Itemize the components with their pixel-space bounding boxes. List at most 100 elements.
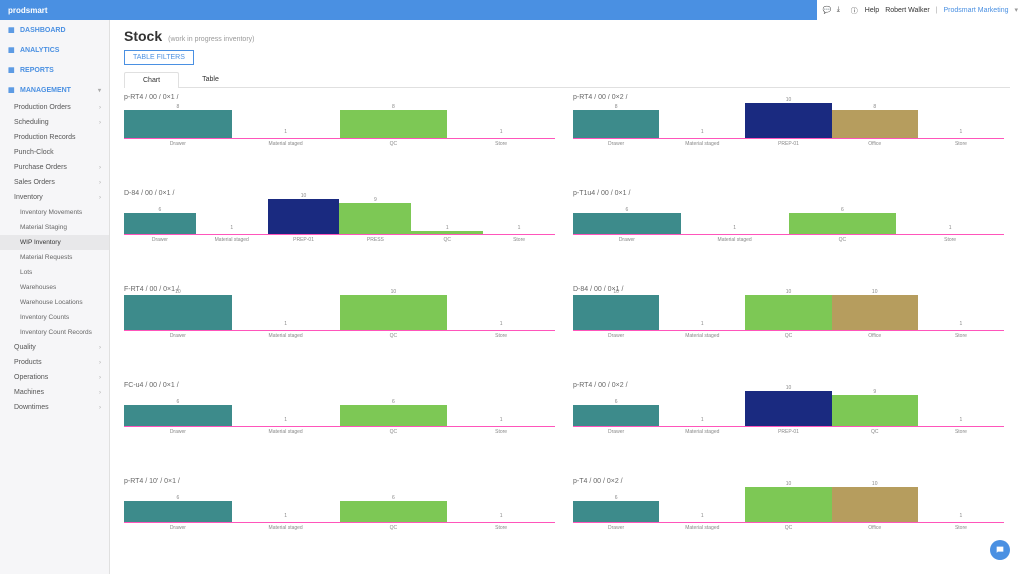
chart-bar: 1 (447, 295, 555, 330)
sidebar-item-inventory[interactable]: Inventory› (0, 190, 109, 205)
chart-title: p-RT4 / 10' / 0×1 / (124, 478, 555, 485)
x-axis-label: Drawer (573, 523, 659, 531)
bar-value: 6 (841, 207, 844, 213)
sidebar-item-material-requests[interactable]: Material Requests (0, 250, 109, 265)
chart-plot: 611091 (573, 391, 1004, 427)
chart-bar: 6 (124, 391, 232, 426)
chart-bar: 6 (573, 199, 681, 234)
chart-bar: 10 (745, 391, 831, 426)
sidebar-item-punch-clock[interactable]: Punch-Clock (0, 145, 109, 160)
x-axis-label: Material staged (232, 523, 340, 531)
sidebar-item-inventory-movements[interactable]: Inventory Movements (0, 205, 109, 220)
table-filters-button[interactable]: TABLE FILTERS (124, 50, 194, 65)
tab-chart[interactable]: Chart (124, 72, 179, 88)
info-icon[interactable]: ⓘ (851, 6, 859, 14)
x-axis-label: Drawer (124, 427, 232, 435)
sidebar-item-quality[interactable]: Quality› (0, 340, 109, 355)
bar-value: 6 (392, 495, 395, 501)
sidebar-item-machines[interactable]: Machines› (0, 385, 109, 400)
sidebar-section-reports[interactable]: ▦REPORTS (0, 60, 109, 80)
chart-bar: 8 (124, 103, 232, 138)
sidebar-item-inventory-counts[interactable]: Inventory Counts (0, 310, 109, 325)
bar-value: 10 (872, 289, 878, 295)
chart-plot: 6110911 (124, 199, 555, 235)
export-icon[interactable]: ⤓ (837, 6, 845, 14)
chart-bar: 6 (124, 199, 196, 234)
sidebar-item-lots[interactable]: Lots (0, 265, 109, 280)
bar-value: 10 (786, 481, 792, 487)
chart-title: p-RT4 / 00 / 0×1 / (124, 94, 555, 101)
x-axis-label: Office (832, 139, 918, 147)
sidebar-section-analytics[interactable]: ▦ANALYTICS (0, 40, 109, 60)
x-axis-label: Store (896, 235, 1004, 243)
view-tabs: ChartTable (124, 71, 1010, 88)
chart-title: FC-u4 / 00 / 0×1 / (124, 382, 555, 389)
chart-bar: 10 (340, 295, 448, 330)
chat-icon[interactable]: 💬 (823, 6, 831, 14)
sidebar-item-warehouse-locations[interactable]: Warehouse Locations (0, 295, 109, 310)
chart-bar: 6 (789, 199, 897, 234)
help-fab[interactable] (990, 540, 1010, 560)
x-axis-label: Store (483, 235, 555, 243)
sidebar-item-products[interactable]: Products› (0, 355, 109, 370)
bar-value: 1 (500, 513, 503, 519)
x-axis-label: Drawer (124, 523, 232, 531)
sidebar-item-sales-orders[interactable]: Sales Orders› (0, 175, 109, 190)
bar-value: 1 (500, 417, 503, 423)
bar-value: 10 (391, 289, 397, 295)
bars-icon: ▦ (8, 46, 16, 54)
x-axis-label: PREP-01 (268, 235, 340, 243)
x-axis-label: QC (411, 235, 483, 243)
brand-logo: prodsmart (8, 6, 48, 15)
chart-bar: 6 (340, 487, 448, 522)
chart-card: p-T1u4 / 00 / 0×1 /6161DrawerMaterial st… (573, 190, 1004, 278)
chart-bar: 6 (124, 487, 232, 522)
sidebar-item-production-orders[interactable]: Production Orders› (0, 100, 109, 115)
chart-card: D-84 / 00 / 0×1 /6110911DrawerMaterial s… (124, 190, 555, 278)
bar-value: 1 (960, 129, 963, 135)
chart-bar: 1 (896, 199, 1004, 234)
chart-plot: 6161 (124, 487, 555, 523)
bar-value: 1 (518, 225, 521, 231)
x-axis-label: QC (745, 331, 831, 339)
sidebar-item-purchase-orders[interactable]: Purchase Orders› (0, 160, 109, 175)
company-name[interactable]: Prodsmart Marketing (944, 7, 1009, 14)
sidebar-item-wip-inventory[interactable]: WIP Inventory (0, 235, 109, 250)
chart-bar: 10 (745, 103, 831, 138)
bar-value: 8 (615, 104, 618, 110)
bar-value: 8 (873, 104, 876, 110)
sidebar-item-inventory-count-records[interactable]: Inventory Count Records (0, 325, 109, 340)
chart-bar: 10 (832, 295, 918, 330)
sidebar-item-production-records[interactable]: Production Records (0, 130, 109, 145)
chevron-right-icon: › (99, 105, 101, 111)
chart-bar: 10 (832, 487, 918, 522)
chart-title: p-T1u4 / 00 / 0×1 / (573, 190, 1004, 197)
sidebar-item-downtimes[interactable]: Downtimes› (0, 400, 109, 415)
chart-plot: 811081 (573, 103, 1004, 139)
tab-table[interactable]: Table (183, 71, 238, 87)
user-name[interactable]: Robert Walker (885, 7, 929, 14)
bar-value: 10 (301, 193, 307, 199)
bar-value: 1 (284, 321, 287, 327)
x-axis-label: Store (447, 523, 555, 531)
sidebar-item-scheduling[interactable]: Scheduling› (0, 115, 109, 130)
chevron-right-icon: › (99, 165, 101, 171)
bar-value: 6 (392, 399, 395, 405)
chart-bar: 1 (411, 199, 483, 234)
bar-value: 10 (175, 289, 181, 295)
x-axis-label: PREP-01 (745, 139, 831, 147)
x-axis-label: Material staged (232, 331, 340, 339)
bar-value: 8 (392, 104, 395, 110)
chart-card: p-T4 / 00 / 0×2 /6110101DrawerMaterial s… (573, 478, 1004, 566)
sidebar-item-operations[interactable]: Operations› (0, 370, 109, 385)
help-link[interactable]: Help (865, 7, 879, 14)
chart-plot: 101101 (124, 295, 555, 331)
sidebar-item-material-staging[interactable]: Material Staging (0, 220, 109, 235)
sidebar-section-dashboard[interactable]: ▦DASHBOARD (0, 20, 109, 40)
sidebar-section-management[interactable]: ▦MANAGEMENT▾ (0, 80, 109, 100)
chart-bar: 1 (918, 103, 1004, 138)
chevron-down-icon[interactable]: ▾ (1014, 6, 1018, 14)
x-axis-label: Store (447, 427, 555, 435)
sidebar-item-warehouses[interactable]: Warehouses (0, 280, 109, 295)
chart-bar: 8 (832, 103, 918, 138)
